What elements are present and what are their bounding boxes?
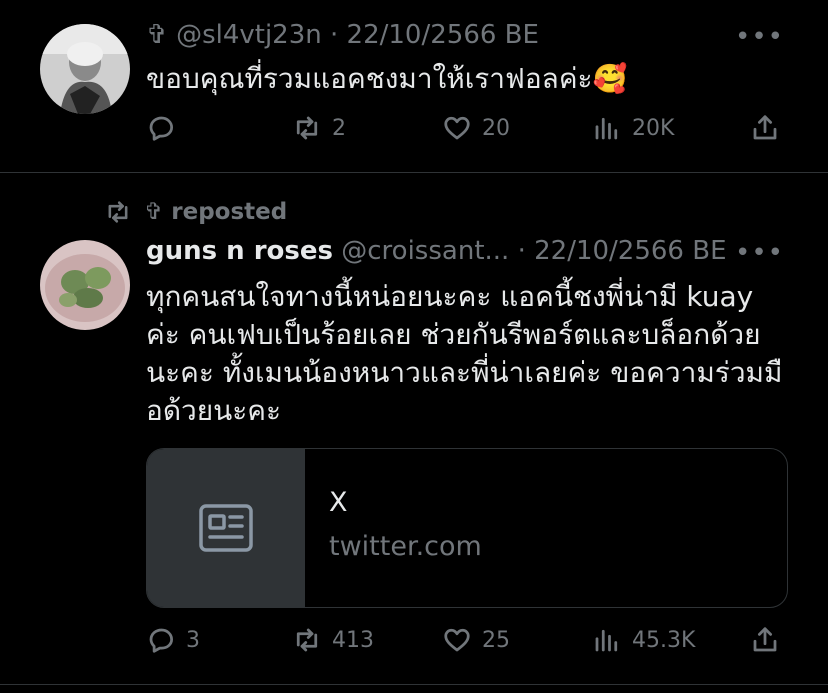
tweet-2-text-line-2: ค่ะ คนเฟบเป็นร้อยเลย ช่วยกันรีพอร์ตและบล…	[146, 318, 761, 351]
link-card[interactable]: X twitter.com	[146, 448, 788, 608]
tweet-2-text-line-3: นะคะ ทั้งเมนน้องหนาวและพี่น่าเลยค่ะ ขอคว…	[146, 356, 783, 389]
article-icon	[199, 504, 253, 552]
repost-icon	[296, 628, 318, 652]
repost-count: 413	[332, 627, 374, 653]
repost-button[interactable]: 413	[292, 620, 374, 660]
avatar-croissant[interactable]	[40, 240, 130, 330]
like-button[interactable]: 25	[442, 620, 510, 660]
avatar-image	[40, 240, 130, 330]
heart-icon	[444, 628, 470, 652]
link-card-thumbnail	[147, 449, 305, 607]
tweet-2-text-line-1: ทุกคนสนใจทางนี้หน่อยนะคะ แอคนี้ชงพี่น่าม…	[146, 280, 754, 313]
share-button[interactable]	[750, 620, 790, 660]
reply-count: 3	[186, 627, 200, 653]
tweet-2-text-line-4: อด้วยนะคะ	[146, 394, 282, 427]
tweet-2-actions: 3 413 25 45.3K	[146, 620, 786, 660]
tweet-2-handle[interactable]: @croissant...	[341, 236, 509, 266]
share-icon	[753, 627, 777, 652]
like-count: 25	[482, 627, 510, 653]
tweet-2[interactable]: guns n roses @croissant... · 22/10/2566 …	[0, 0, 828, 693]
tweet-2-display-name[interactable]: guns n roses	[146, 236, 333, 266]
link-card-domain: twitter.com	[329, 531, 482, 562]
tweet-2-meta: guns n roses @croissant... · 22/10/2566 …	[146, 236, 727, 266]
meta-separator: ·	[517, 236, 526, 266]
reply-button[interactable]: 3	[146, 620, 200, 660]
views-button[interactable]: 45.3K	[592, 620, 695, 660]
views-count: 45.3K	[632, 627, 696, 653]
views-icon	[595, 629, 618, 652]
tweet-2-date[interactable]: 22/10/2566 BE	[534, 236, 726, 266]
reply-icon	[149, 628, 173, 653]
tweet-divider	[0, 684, 828, 685]
more-options-icon[interactable]: •••	[735, 238, 784, 268]
link-card-title: X	[329, 487, 348, 518]
